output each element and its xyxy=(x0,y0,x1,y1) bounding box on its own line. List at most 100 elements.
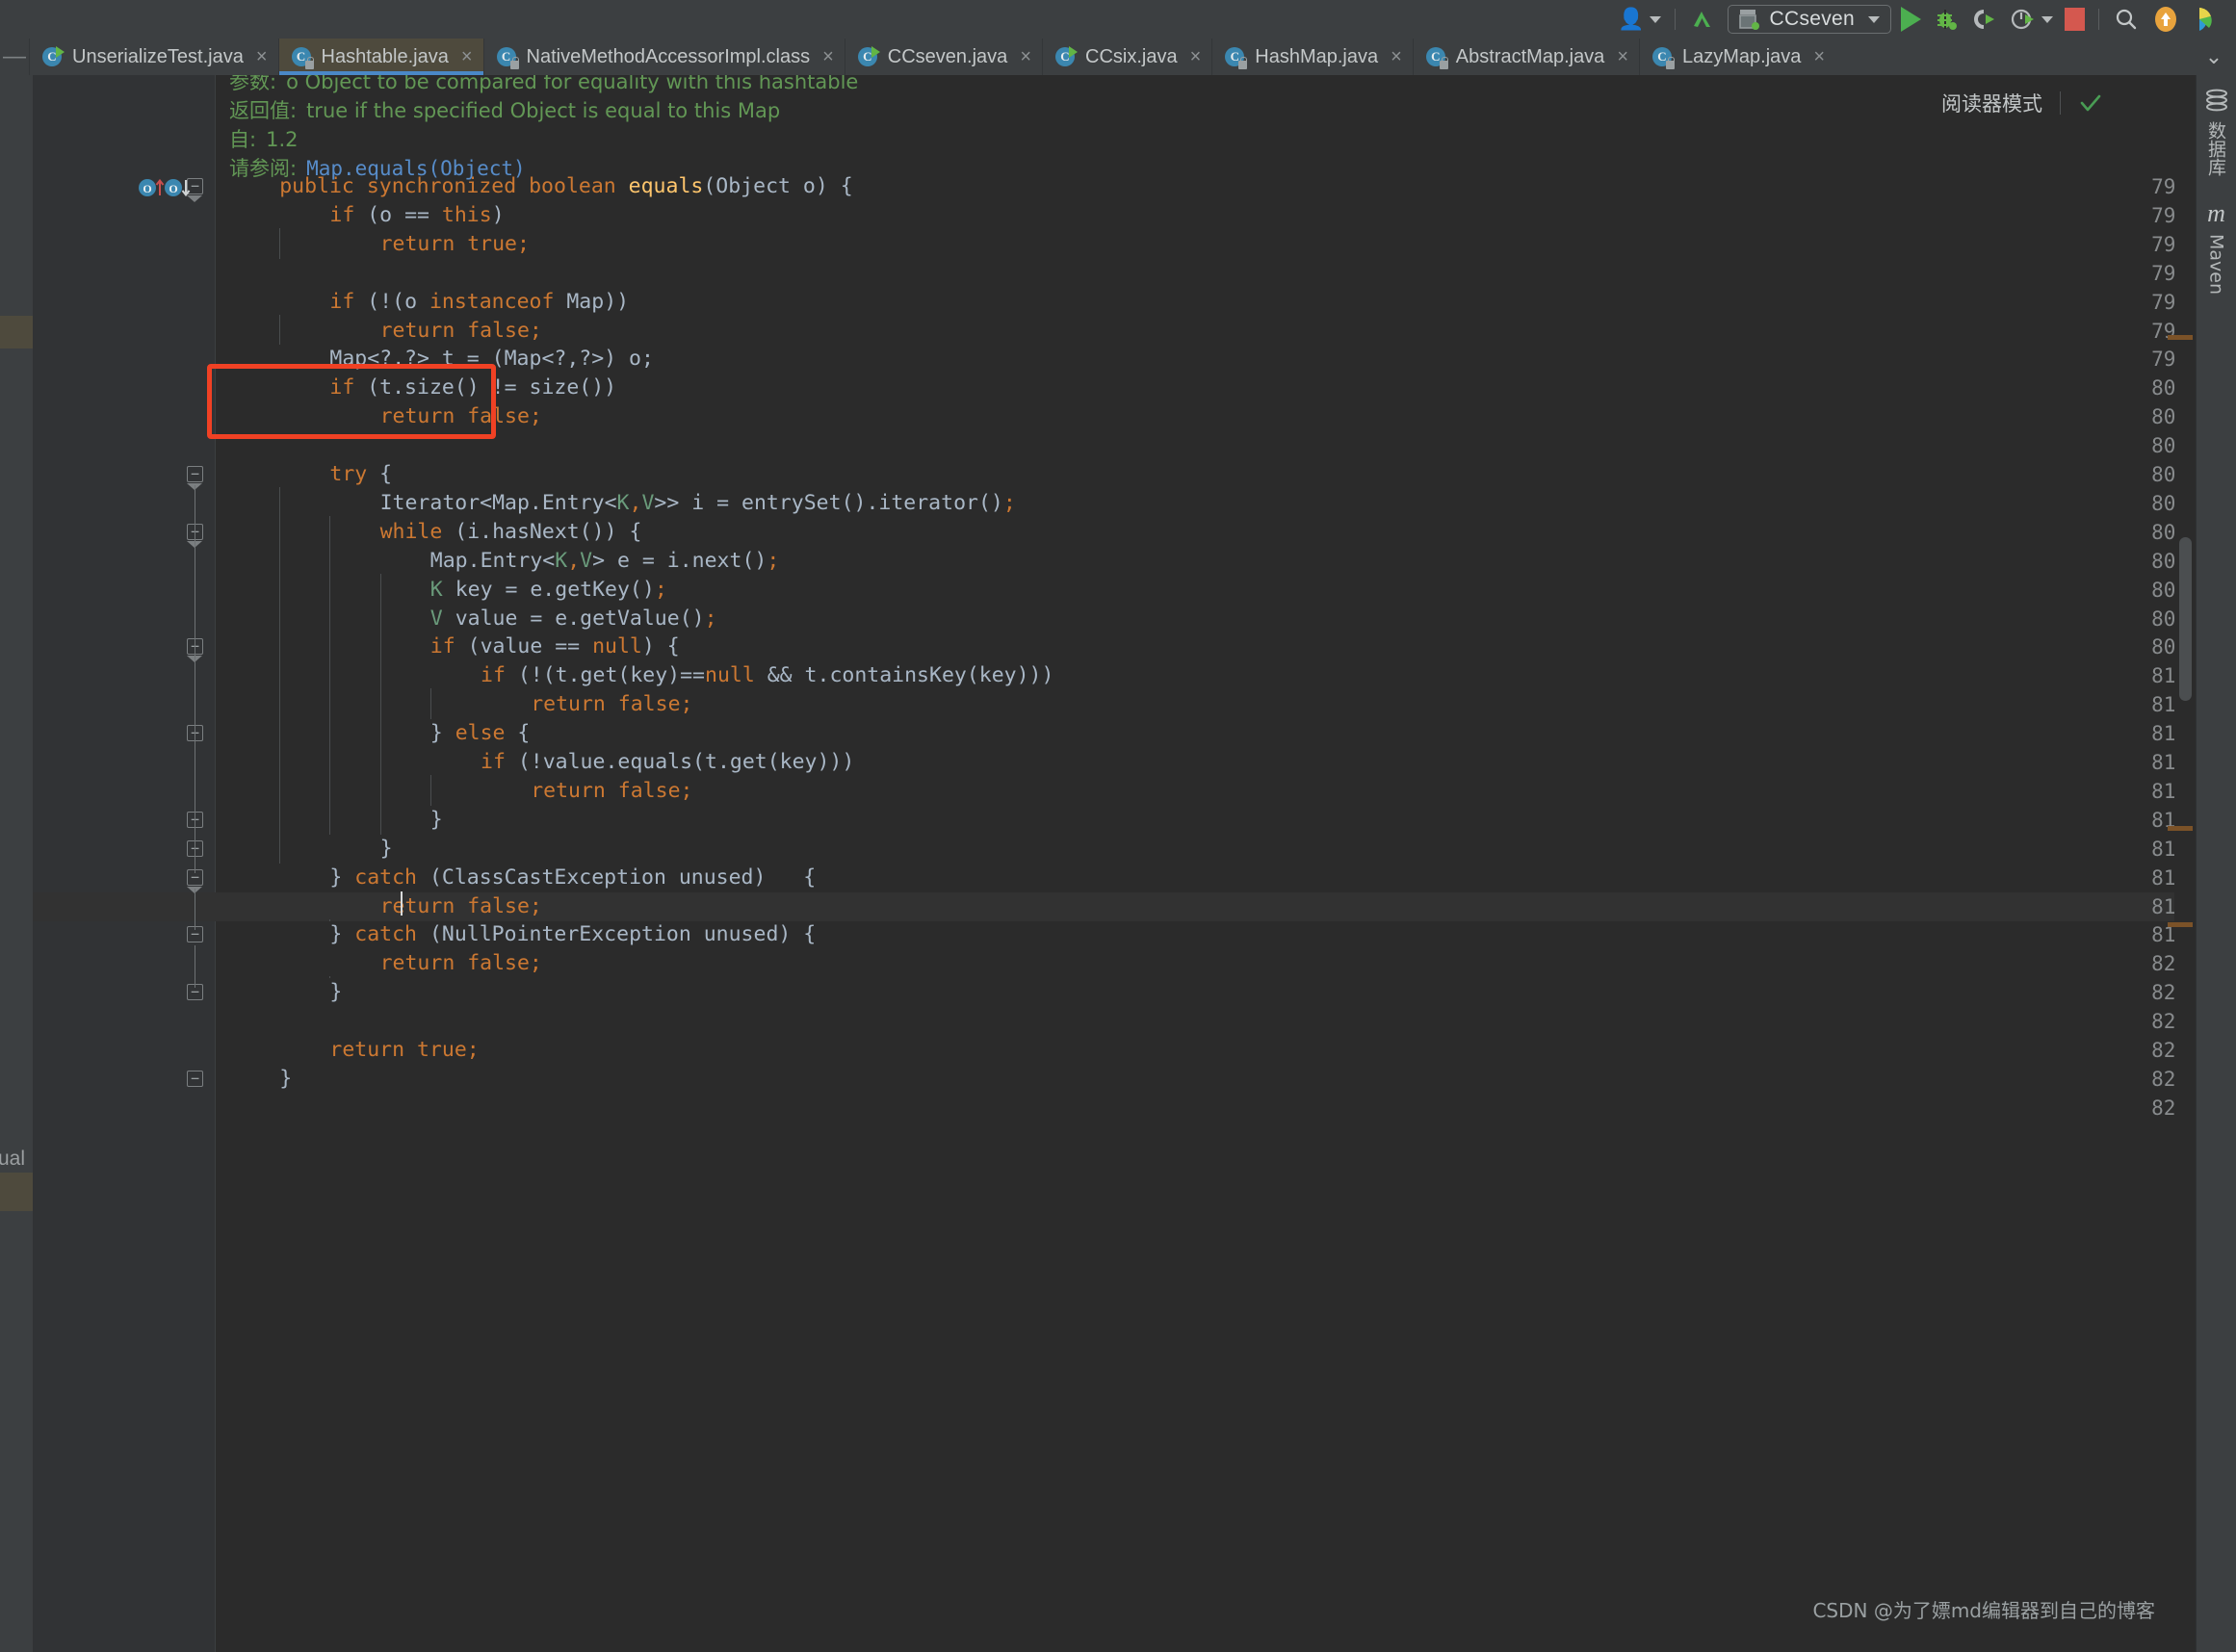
code-token: V xyxy=(429,606,443,631)
code-line[interactable]: if (!(t.get(key)==null && t.containsKey(… xyxy=(467,661,1053,690)
editor-scrollbar-track[interactable] xyxy=(2168,75,2196,1652)
code-token: ( xyxy=(354,202,380,227)
code-lines-container[interactable]: public synchronized boolean equals(Objec… xyxy=(33,75,2196,1652)
code-line[interactable]: while (i.hasNext()) { xyxy=(367,518,642,547)
editor-tab[interactable]: C UnserializeTest.java × xyxy=(29,39,278,75)
code-line[interactable]: } xyxy=(367,835,393,864)
indent-guide xyxy=(329,918,331,921)
code-line[interactable]: } catch (NullPointerException unused) { xyxy=(316,920,816,949)
code-line[interactable]: if (o == this) xyxy=(316,201,504,230)
code-token: ) xyxy=(491,202,505,227)
code-token: (!value.equals(t.get(key))) xyxy=(505,750,855,774)
update-button[interactable] xyxy=(2145,0,2186,39)
close-icon[interactable]: × xyxy=(1391,47,1402,66)
code-token: ) { xyxy=(641,634,680,659)
run-button[interactable] xyxy=(1895,0,1927,39)
code-token: return true; xyxy=(329,1038,480,1062)
intellij-idea-window: 👤 CCseven — C UnserializeTest.java × C H… xyxy=(0,0,2236,1652)
stop-button[interactable] xyxy=(2059,0,2091,39)
profiler-button[interactable] xyxy=(2004,0,2059,39)
java-class-readonly-icon: C xyxy=(1425,46,1448,69)
fold-end-marker[interactable]: − xyxy=(187,1070,203,1087)
indent-guide xyxy=(279,487,281,864)
code-line[interactable]: if (t.size() != size()) xyxy=(316,374,616,402)
code-line[interactable]: return false; xyxy=(517,690,692,719)
code-line[interactable]: if (!(o instanceof Map)) xyxy=(316,288,629,317)
code-line[interactable]: Map<?,?> t = (Map<?,?>) o; xyxy=(316,345,654,374)
code-line[interactable]: return true; xyxy=(367,230,530,259)
close-icon[interactable]: × xyxy=(1813,47,1825,66)
code-line[interactable]: } xyxy=(417,806,443,835)
gutter-override-markers[interactable]: OO xyxy=(139,176,193,199)
sidebar-item-database[interactable]: 数据库 xyxy=(2203,89,2229,176)
code-token: V xyxy=(580,548,593,573)
code-line[interactable]: if (!value.equals(t.get(key))) xyxy=(467,748,854,777)
code-line[interactable]: K key = e.getKey(); xyxy=(417,576,667,605)
code-line[interactable]: Map.Entry<K,V> e = i.next(); xyxy=(417,547,779,576)
code-line[interactable]: } xyxy=(316,978,342,1007)
editor-tab[interactable]: C LazyMap.java × xyxy=(1639,39,1836,75)
code-token: Iterator<Map.Entry< xyxy=(379,490,617,515)
code-line[interactable]: return true; xyxy=(316,1036,479,1065)
code-token: } xyxy=(329,865,355,890)
editor-tab[interactable]: C HashMap.java × xyxy=(1211,39,1413,75)
editor-gutter[interactable] xyxy=(33,75,216,1652)
code-line[interactable]: Iterator<Map.Entry<K,V>> i = entrySet().… xyxy=(367,489,1016,518)
code-line[interactable]: V value = e.getValue(); xyxy=(417,605,717,633)
debug-bug-icon xyxy=(1937,10,1957,30)
run-configuration-selector[interactable]: CCseven xyxy=(1727,5,1891,34)
code-line[interactable]: return false; xyxy=(367,402,542,431)
code-token: synchronized xyxy=(366,174,517,198)
code-line[interactable]: return false; xyxy=(367,892,542,921)
tab-scroll-left-button[interactable]: — xyxy=(0,39,29,75)
editor-tab-label: LazyMap.java xyxy=(1682,45,1802,67)
code-token: Map xyxy=(554,289,605,314)
java-class-runnable-icon: C xyxy=(42,46,65,67)
search-everywhere-button[interactable] xyxy=(2107,0,2145,39)
code-line[interactable]: return false; xyxy=(517,777,692,806)
code-line[interactable]: try { xyxy=(316,460,392,489)
close-icon[interactable]: × xyxy=(256,47,268,66)
close-icon[interactable]: × xyxy=(1020,47,1031,66)
code-line[interactable]: } else { xyxy=(417,719,531,748)
editor-tab[interactable]: C AbstractMap.java × xyxy=(1412,39,1639,75)
editor-tab[interactable]: C CCsix.java × xyxy=(1042,39,1212,75)
code-token: > e = i.next() xyxy=(592,548,767,573)
code-token: } xyxy=(429,721,455,746)
code-line[interactable]: if (value == null) { xyxy=(417,632,680,661)
fold-region-marker[interactable]: − xyxy=(187,466,203,482)
debug-button[interactable] xyxy=(1927,0,1965,39)
code-token: return false; xyxy=(379,893,542,918)
left-strip-partial-label[interactable]: ual xyxy=(0,1148,25,1171)
editor-tab[interactable]: C Hashtable.java × xyxy=(277,39,483,75)
close-icon[interactable]: × xyxy=(461,47,473,66)
vcs-update-button[interactable] xyxy=(1683,0,1724,39)
database-icon xyxy=(2205,89,2227,112)
sidebar-item-maven[interactable]: m Maven xyxy=(2206,201,2227,296)
run-with-coverage-button[interactable] xyxy=(1965,0,2004,39)
close-icon[interactable]: × xyxy=(1190,47,1202,66)
editor-tab-label: CCseven.java xyxy=(887,45,1008,67)
code-token: ; xyxy=(704,606,717,631)
code-line[interactable]: } xyxy=(266,1065,292,1094)
scrollbar-thumb[interactable] xyxy=(2179,537,2192,701)
ide-logo-button[interactable] xyxy=(2186,0,2226,39)
code-line[interactable]: } catch (ClassCastException unused) { xyxy=(316,864,816,892)
run-config-module-icon xyxy=(1738,10,1759,30)
close-icon[interactable]: × xyxy=(822,47,834,66)
code-editor[interactable]: 参数: o Object to be compared for equality … xyxy=(33,75,2196,1652)
indent-guide xyxy=(429,775,431,806)
tab-overflow-button[interactable]: ⌄ xyxy=(2192,39,2236,75)
code-token: value = e.getValue() xyxy=(442,606,705,631)
code-token: } xyxy=(379,836,393,861)
user-account-button[interactable]: 👤 xyxy=(1612,0,1666,39)
overriding-method-icon[interactable]: OO xyxy=(139,176,193,199)
editor-tab[interactable]: C NativeMethodAccessorImpl.class × xyxy=(482,39,845,75)
code-line[interactable]: return false; xyxy=(367,949,542,978)
java-class-readonly-icon: C xyxy=(496,46,519,69)
close-icon[interactable]: × xyxy=(1617,47,1628,66)
code-line[interactable]: public synchronized boolean equals(Objec… xyxy=(266,172,853,201)
editor-tab[interactable]: C CCseven.java × xyxy=(844,39,1042,75)
code-line[interactable]: return false; xyxy=(367,317,542,346)
